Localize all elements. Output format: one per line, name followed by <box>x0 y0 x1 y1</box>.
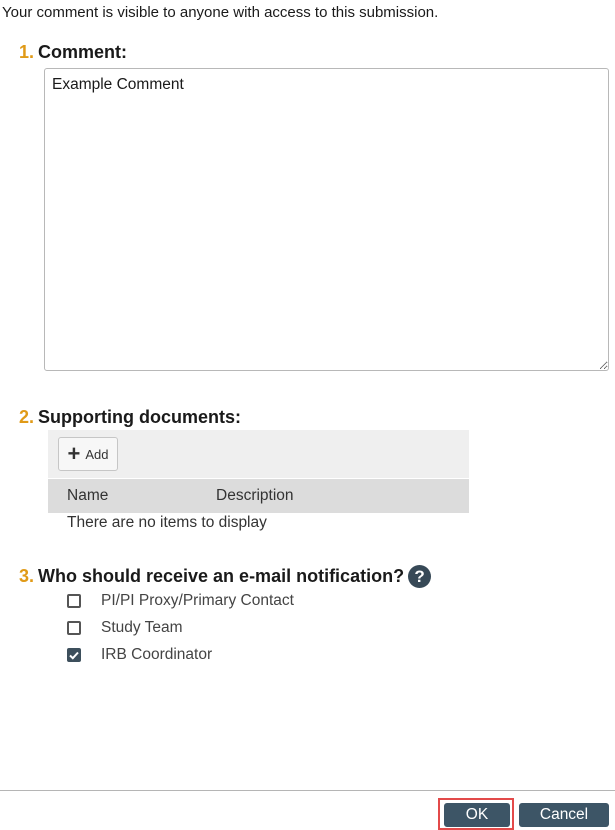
add-button-label: Add <box>85 446 109 462</box>
column-header-description[interactable]: Description <box>216 487 294 505</box>
add-document-button[interactable]: + Add <box>58 437 118 471</box>
documents-empty-message: There are no items to display <box>67 514 267 531</box>
notification-heading: 3. Who should receive an e-mail notificat… <box>19 565 432 588</box>
checkmark-icon <box>69 651 79 660</box>
question-number: 3. <box>19 566 35 586</box>
help-icon[interactable]: ? <box>408 565 432 588</box>
comment-label: Comment: <box>38 42 128 62</box>
checkbox[interactable] <box>67 594 81 608</box>
option-label: IRB Coordinator <box>101 646 213 663</box>
option-label: Study Team <box>101 619 183 636</box>
visibility-notice: Your comment is visible to anyone with a… <box>2 4 439 21</box>
notification-label: Who should receive an e-mail notificatio… <box>38 566 405 586</box>
notify-option-study-team[interactable]: Study Team <box>67 619 183 637</box>
checkbox[interactable] <box>67 621 81 635</box>
column-header-name[interactable]: Name <box>67 487 108 505</box>
footer-divider <box>0 790 615 791</box>
plus-icon: + <box>67 441 81 466</box>
checkbox[interactable] <box>67 648 81 662</box>
option-label: PI/PI Proxy/Primary Contact <box>101 592 294 609</box>
supporting-documents-label: Supporting documents: <box>38 407 241 427</box>
cancel-button[interactable]: Cancel <box>519 803 609 827</box>
documents-toolbar: + Add <box>48 430 469 478</box>
notify-option-irb-coordinator[interactable]: IRB Coordinator <box>67 646 212 664</box>
comment-textarea[interactable] <box>44 68 609 371</box>
question-number: 2. <box>19 407 35 427</box>
question-number: 1. <box>19 42 35 62</box>
ok-button[interactable]: OK <box>444 803 510 827</box>
documents-table-header: Name Description <box>48 479 469 513</box>
notify-option-pi[interactable]: PI/PI Proxy/Primary Contact <box>67 592 294 610</box>
supporting-documents-heading: 2. Supporting documents: <box>19 407 241 428</box>
comment-heading: 1. Comment: <box>19 42 127 63</box>
